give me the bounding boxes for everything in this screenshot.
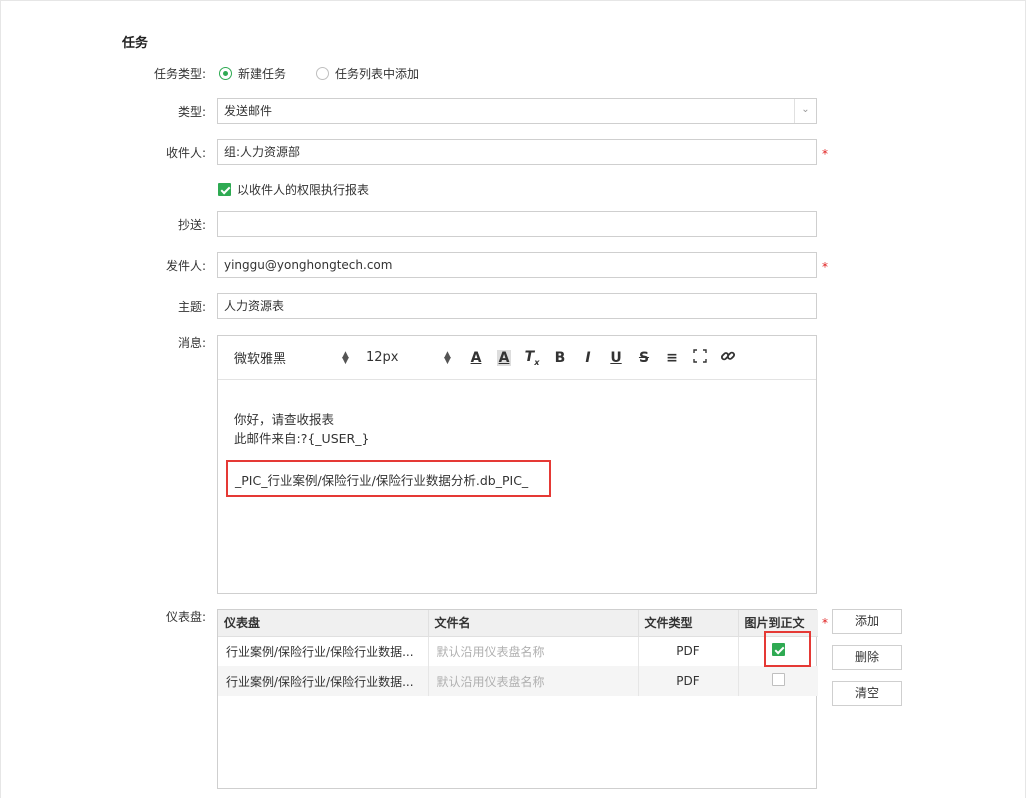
type-select-value: 发送邮件 — [224, 104, 273, 118]
type-label: 类型: — [177, 105, 206, 119]
message-line: 此邮件来自:?{_USER_} — [234, 431, 370, 446]
cc-label: 抄送: — [177, 218, 206, 232]
clear-button[interactable]: 清空 — [832, 681, 902, 706]
checkbox-checked-icon[interactable] — [218, 183, 231, 196]
type-select[interactable]: 发送邮件 ⌄ — [217, 98, 817, 124]
subject-label: 主题: — [177, 300, 206, 314]
checkbox-unchecked-icon[interactable] — [771, 673, 785, 686]
fullscreen-icon[interactable] — [686, 348, 714, 367]
section-title: 任务 — [122, 36, 149, 51]
sender-input[interactable]: yinggu@yonghongtech.com — [217, 252, 817, 278]
radio-selected-icon — [219, 67, 232, 80]
filename-cell[interactable]: 默认沿用仪表盘名称 — [428, 636, 639, 666]
clear-format-icon[interactable]: Tx — [518, 349, 546, 367]
column-header[interactable]: 仪表盘 — [218, 610, 429, 637]
task-type-radio-group: 新建任务 任务列表中添加 — [219, 65, 449, 82]
italic-icon[interactable]: I — [574, 350, 602, 366]
editor-toolbar: 微软雅黑 ▲ ▼ 12px ▲ ▼ A A Tx B I U S ≡ — [218, 336, 816, 380]
radio-new-task[interactable]: 新建任务 — [219, 65, 286, 82]
dashboard-cell: 行业案例/保险行业/保险行业数据... — [218, 666, 429, 696]
bold-icon[interactable]: B — [546, 350, 574, 366]
dashboard-table: 仪表盘 文件名 文件类型 图片到正文 行业案例/保险行业/保险行业数据... 默… — [217, 609, 818, 789]
pic-placeholder-highlight: _PIC_行业案例/保险行业/保险行业数据分析.db_PIC_ — [226, 460, 551, 497]
pic-to-body-highlight — [764, 631, 811, 667]
dashboard-cell: 行业案例/保险行业/保险行业数据... — [218, 636, 429, 666]
strikethrough-icon[interactable]: S — [630, 350, 658, 366]
background-color-icon[interactable]: A — [490, 349, 518, 366]
message-editor[interactable]: 微软雅黑 ▲ ▼ 12px ▲ ▼ A A Tx B I U S ≡ 你好，请查收报… — [217, 335, 817, 594]
delete-button[interactable]: 删除 — [832, 645, 902, 670]
sender-label: 发件人: — [165, 259, 206, 273]
sender-required-mark: * — [822, 260, 828, 274]
permission-checkbox-label: 以收件人的权限执行报表 — [237, 183, 370, 197]
column-header[interactable]: 文件类型 — [638, 610, 739, 637]
permission-checkbox-row[interactable]: 以收件人的权限执行报表 — [218, 181, 369, 198]
filename-cell[interactable]: 默认沿用仪表盘名称 — [428, 666, 639, 696]
message-label: 消息: — [177, 336, 206, 350]
chevron-down-icon[interactable]: ⌄ — [794, 99, 816, 123]
pic-to-body-cell — [738, 666, 818, 696]
font-family-select[interactable]: 微软雅黑 ▲ ▼ — [234, 348, 364, 367]
font-color-icon[interactable]: A — [462, 350, 490, 366]
table-header-row: 仪表盘 文件名 文件类型 图片到正文 — [218, 610, 818, 637]
recipient-input[interactable]: 组:人力资源部 — [217, 139, 817, 165]
recipient-required-mark: * — [822, 147, 828, 161]
font-size-value: 12px — [366, 350, 399, 365]
recipient-label: 收件人: — [165, 146, 206, 160]
task-type-label: 任务类型: — [153, 67, 206, 81]
table-row[interactable]: 行业案例/保险行业/保险行业数据... 默认沿用仪表盘名称 PDF — [218, 636, 818, 666]
dashboard-label: 仪表盘: — [165, 610, 206, 624]
dashboard-required-mark: * — [822, 616, 828, 630]
add-button[interactable]: 添加 — [832, 609, 902, 634]
updown-arrow-icon: ▲ ▼ — [444, 349, 451, 366]
radio-add-from-list-label: 任务列表中添加 — [335, 67, 420, 81]
underline-icon[interactable]: U — [602, 350, 630, 366]
align-icon[interactable]: ≡ — [658, 350, 686, 366]
subject-input[interactable]: 人力资源表 — [217, 293, 817, 319]
filetype-cell[interactable]: PDF — [638, 636, 739, 666]
radio-new-task-label: 新建任务 — [238, 67, 287, 81]
updown-arrow-icon: ▲ ▼ — [342, 349, 349, 366]
editor-content[interactable]: 你好，请查收报表 此邮件来自:?{_USER_} — [218, 380, 816, 448]
cc-input[interactable] — [217, 211, 817, 237]
radio-unselected-icon — [316, 67, 330, 80]
font-size-select[interactable]: 12px ▲ ▼ — [366, 350, 462, 365]
filetype-cell[interactable]: PDF — [638, 666, 739, 696]
table-row[interactable]: 行业案例/保险行业/保险行业数据... 默认沿用仪表盘名称 PDF — [218, 666, 818, 696]
column-header[interactable]: 文件名 — [428, 610, 639, 637]
message-line: 你好，请查收报表 — [234, 412, 335, 427]
radio-add-from-list[interactable]: 任务列表中添加 — [316, 65, 419, 82]
link-icon[interactable] — [714, 348, 742, 368]
font-family-value: 微软雅黑 — [234, 352, 287, 367]
